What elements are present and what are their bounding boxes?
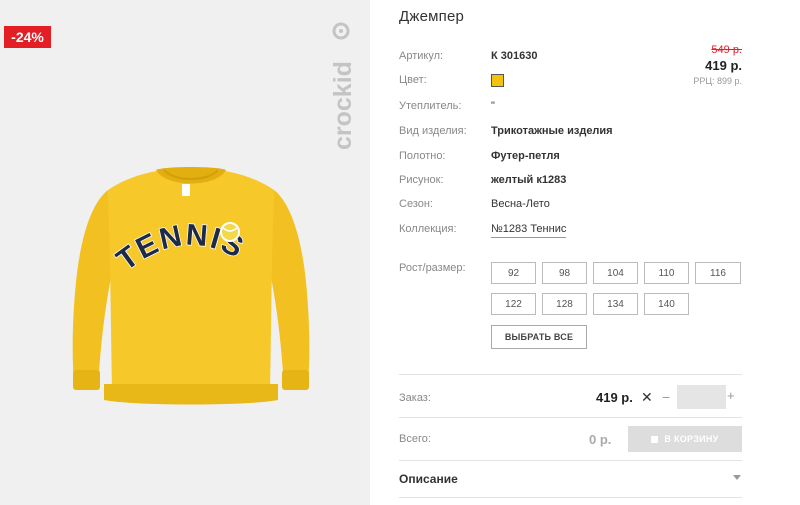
- divider: [399, 497, 742, 498]
- color-label: Цвет:: [399, 74, 427, 86]
- collection-label: Коллекция:: [399, 223, 457, 235]
- order-price: 419 р.: [596, 390, 633, 405]
- insulation-label: Утеплитель:: [399, 100, 462, 112]
- size-option[interactable]: 110: [644, 262, 689, 284]
- fabric-label: Полотно:: [399, 150, 446, 162]
- article-value: К 301630: [491, 50, 538, 62]
- type-label: Вид изделия:: [399, 125, 467, 137]
- brand-logo: crockid: [329, 22, 357, 150]
- description-toggle[interactable]: Описание: [399, 472, 458, 486]
- old-price: 549 р.: [711, 44, 742, 56]
- divider: [399, 374, 742, 375]
- decrement-button[interactable]: −: [662, 389, 670, 405]
- product-image-panel[interactable]: -24% crockid TENNIS: [0, 0, 370, 505]
- pattern-label: Рисунок:: [399, 174, 444, 186]
- size-option[interactable]: 92: [491, 262, 536, 284]
- rrp-price: РРЦ: 899 р.: [693, 76, 742, 86]
- size-option[interactable]: 98: [542, 262, 587, 284]
- season-value: Весна-Лето: [491, 198, 550, 210]
- total-value: 0 р.: [589, 432, 612, 447]
- order-label: Заказ:: [399, 392, 431, 404]
- size-option[interactable]: 122: [491, 293, 536, 315]
- sweater-image: TENNIS: [72, 167, 310, 405]
- select-all-button[interactable]: ВЫБРАТЬ ВСЕ: [491, 325, 587, 349]
- pattern-value: желтый к1283: [491, 174, 567, 186]
- add-to-cart-label: В КОРЗИНУ: [664, 434, 719, 444]
- total-label: Всего:: [399, 433, 431, 445]
- cart-icon: [651, 436, 659, 444]
- size-option[interactable]: 140: [644, 293, 689, 315]
- current-price: 419 р.: [705, 58, 742, 73]
- size-option[interactable]: 104: [593, 262, 638, 284]
- brand-logo-text: crockid: [329, 61, 357, 150]
- chevron-down-icon[interactable]: [733, 475, 741, 480]
- add-to-cart-button[interactable]: В КОРЗИНУ: [628, 426, 742, 452]
- fabric-value: Футер-петля: [491, 150, 560, 162]
- collection-link[interactable]: №1283 Теннис: [491, 223, 567, 238]
- color-swatch[interactable]: [491, 74, 504, 87]
- size-option[interactable]: 134: [593, 293, 638, 315]
- size-option[interactable]: 116: [695, 262, 741, 284]
- size-label: Рост/размер:: [399, 262, 466, 274]
- divider: [399, 417, 742, 418]
- divider: [399, 460, 742, 461]
- discount-badge: -24%: [4, 26, 51, 48]
- quantity-input[interactable]: [677, 385, 726, 409]
- season-label: Сезон:: [399, 198, 433, 210]
- product-title: Джемпер: [399, 8, 465, 25]
- times-icon: ✕: [641, 389, 653, 405]
- size-option[interactable]: 128: [542, 293, 587, 315]
- type-value: Трикотажные изделия: [491, 125, 613, 137]
- article-label: Артикул:: [399, 50, 444, 62]
- increment-button[interactable]: +: [727, 388, 735, 403]
- insulation-value: ": [491, 100, 495, 112]
